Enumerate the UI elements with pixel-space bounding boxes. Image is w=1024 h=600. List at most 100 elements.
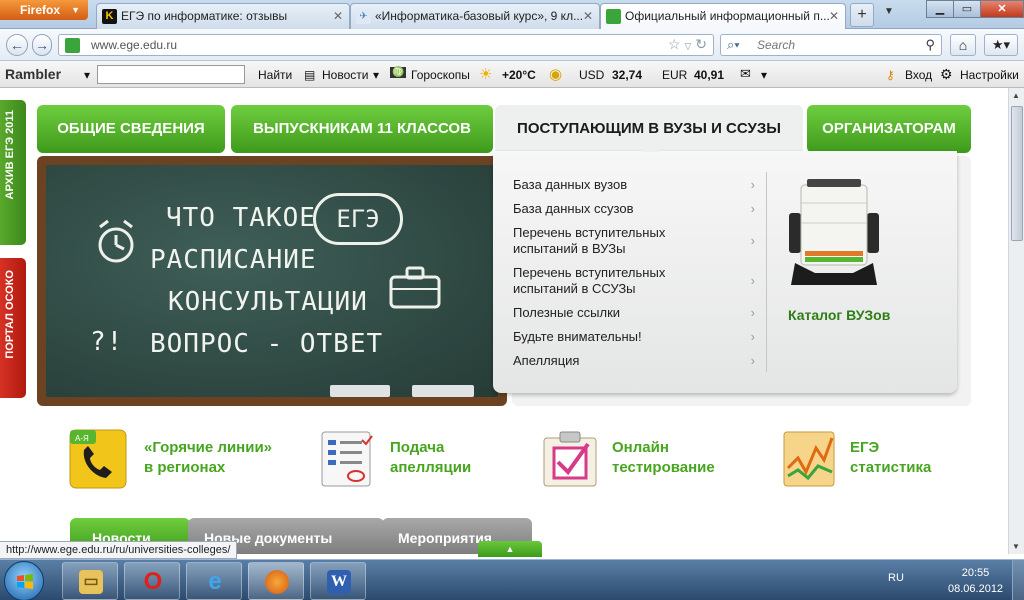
show-desktop-button[interactable] <box>1012 560 1024 600</box>
windows-taskbar: ▭ O e W RU 20:55 08.06.2012 <box>0 559 1024 600</box>
scrollbar-thumb[interactable] <box>1011 106 1023 241</box>
chevron-right-icon: › <box>750 273 755 288</box>
home-icon[interactable]: ⌂ <box>950 34 976 56</box>
browser-tab[interactable]: ✈ «Информатика-базовый курс», 9 кл... ✕ <box>350 3 600 29</box>
feature-hotlines[interactable]: А-Я «Горячие линии» в регионах <box>68 428 298 490</box>
rambler-menu-chevron-icon[interactable]: ▾ <box>84 68 90 82</box>
language-indicator[interactable]: RU <box>888 572 904 584</box>
nav-general-info[interactable]: ОБЩИЕ СВЕДЕНИЯ <box>37 105 225 153</box>
start-button[interactable] <box>4 561 44 600</box>
feature-statistics[interactable]: ЕГЭ статистика <box>780 428 980 490</box>
catalog-universities-link[interactable]: Каталог ВУЗов <box>788 307 890 323</box>
back-arrow-icon[interactable]: ← <box>6 34 28 56</box>
chalkboard-banner[interactable]: ЧТО ТАКОЕ ЕГЭ РАСПИСАНИЕ КОНСУЛЬТАЦИИ ?!… <box>37 156 507 406</box>
feature-label: «Горячие линии» в регионах <box>144 439 273 476</box>
scroll-down-icon[interactable]: ▼ <box>1012 542 1020 551</box>
close-tab-icon[interactable]: ✕ <box>829 4 839 28</box>
chevron-down-icon[interactable]: ▾ <box>761 68 767 82</box>
search-engine-icon[interactable]: ⌕▾ <box>727 37 740 53</box>
list-all-tabs-icon[interactable]: ▼ <box>884 6 894 17</box>
rambler-find-button[interactable]: Найти <box>258 68 292 82</box>
browser-tab-active[interactable]: Официальный информационный п... ✕ <box>600 3 846 30</box>
feature-appeal[interactable]: Подача апелляции <box>318 428 518 490</box>
new-tab-button[interactable]: + <box>850 3 874 27</box>
chevron-down-icon[interactable]: ▾ <box>373 68 379 82</box>
reload-icon[interactable]: ↻ <box>695 36 707 52</box>
firefox-menu-button[interactable]: Firefox ▼ <box>0 0 88 20</box>
chevron-right-icon: › <box>750 305 755 320</box>
dd-item-exams-universities[interactable]: Перечень вступительных испытаний в ВУЗы › <box>513 225 755 257</box>
phone-icon: А-Я <box>69 429 127 489</box>
eur-rate: 40,91 <box>694 68 725 82</box>
dd-item-universities-db[interactable]: База данных вузов › <box>513 177 755 193</box>
scroll-up-icon[interactable]: ▲ <box>1012 91 1020 100</box>
history-dropdown-icon[interactable]: ▽ <box>684 41 691 51</box>
rambler-logo[interactable]: Rambler <box>5 66 61 82</box>
feature-label: ЕГЭ статистика <box>850 439 932 476</box>
rambler-login-button[interactable]: Вход <box>905 68 932 82</box>
chalk-piece <box>412 385 474 397</box>
site-favicon-icon: ✈ <box>356 9 371 24</box>
windows-logo-icon <box>17 574 33 589</box>
dd-item-useful-links[interactable]: Полезные ссылки › <box>513 305 755 321</box>
chevron-right-icon: › <box>750 353 755 368</box>
feature-label: Подача апелляции <box>390 439 472 476</box>
gear-icon: ⚙ <box>940 66 953 82</box>
chalk-piece <box>330 385 390 397</box>
checkbox-icon <box>543 431 597 487</box>
briefcase-icon <box>389 266 441 309</box>
taskbar-internet-explorer[interactable]: e <box>186 562 242 600</box>
portal-tab-label: ПОРТАЛ ОСОКО <box>4 270 16 359</box>
site-identity-icon[interactable] <box>65 38 80 53</box>
portal-osoko-tab[interactable]: ПОРТАЛ ОСОКО <box>0 258 26 398</box>
page-scrollbar[interactable]: ▲ ▼ <box>1008 88 1024 554</box>
dd-item-colleges-db[interactable]: База данных ссузов › <box>513 201 755 217</box>
folder-icon: ▭ <box>79 570 103 594</box>
archive-tab-label: АРХИВ ЕГЭ 2011 <box>4 110 16 200</box>
system-clock[interactable]: 20:55 08.06.2012 <box>948 565 1003 597</box>
search-box[interactable]: ⌕▾ ⚲ <box>720 34 942 56</box>
search-input[interactable] <box>757 38 907 52</box>
firefox-menu-label: Firefox <box>20 3 61 17</box>
svg-text:А-Я: А-Я <box>75 434 89 443</box>
url-text[interactable]: www.ege.edu.ru <box>91 38 177 52</box>
address-bar[interactable]: www.ege.edu.ru ☆ ▽ ↻ <box>58 34 714 56</box>
dd-item-appeal[interactable]: Апелляция › <box>513 353 755 369</box>
taskbar-explorer[interactable]: ▭ <box>62 562 118 600</box>
maximize-window-button[interactable]: ▭ <box>953 0 981 18</box>
nav-graduates[interactable]: ВЫПУСКНИКАМ 11 КЛАССОВ <box>231 105 493 153</box>
rambler-settings-button[interactable]: Настройки <box>960 68 1019 82</box>
dd-item-attention[interactable]: Будьте внимательны! › <box>513 329 755 345</box>
close-window-button[interactable]: ✕ <box>980 0 1024 18</box>
feature-online-testing[interactable]: Онлайн тестирование <box>540 428 740 490</box>
scroll-to-top-button[interactable]: ▲ <box>478 541 542 557</box>
chart-icon <box>783 431 835 487</box>
forward-arrow-icon[interactable]: → <box>32 34 52 56</box>
rambler-toolbar: Rambler ▾ Найти ▤ Новости ▾ ♍ Гороскопы … <box>0 61 1024 88</box>
taskbar-firefox[interactable] <box>248 562 304 600</box>
taskbar-word[interactable]: W <box>310 562 366 600</box>
mail-icon[interactable]: ✉ <box>740 66 751 82</box>
rambler-search-input[interactable] <box>97 65 245 84</box>
dropdown-notch <box>641 143 659 152</box>
weather-temperature[interactable]: +20°C <box>502 68 536 82</box>
close-tab-icon[interactable]: ✕ <box>583 4 593 28</box>
rolodex-catalog-icon[interactable] <box>785 173 883 293</box>
minimize-window-button[interactable]: ▁ <box>926 0 954 18</box>
browser-tab[interactable]: K ЕГЭ по информатике: отзывы ✕ <box>96 3 350 29</box>
bookmark-star-icon[interactable]: ☆ <box>668 36 681 52</box>
navigation-toolbar: ← → www.ege.edu.ru ☆ ▽ ↻ ⌕▾ ⚲ ⌂ ★▾ <box>0 29 1024 61</box>
currency-icon: ◉ <box>549 66 563 83</box>
taskbar-opera[interactable]: O <box>124 562 180 600</box>
search-icon[interactable]: ⚲ <box>925 37 935 53</box>
rambler-news-button[interactable]: Новости <box>322 68 368 82</box>
chalk-ege-bubble: ЕГЭ <box>313 193 403 245</box>
bookmarks-menu-icon[interactable]: ★▾ <box>984 34 1018 56</box>
nav-organizers[interactable]: ОРГАНИЗАТОРАМ <box>807 105 971 153</box>
chalk-schedule: РАСПИСАНИЕ <box>150 245 317 275</box>
rambler-horoscope-button[interactable]: Гороскопы <box>411 68 470 82</box>
dd-item-exams-colleges[interactable]: Перечень вступительных испытаний в ССУЗы… <box>513 265 755 297</box>
usd-label: USD <box>579 68 605 82</box>
close-tab-icon[interactable]: ✕ <box>333 4 343 28</box>
archive-ege-2011-tab[interactable]: АРХИВ ЕГЭ 2011 <box>0 100 26 245</box>
